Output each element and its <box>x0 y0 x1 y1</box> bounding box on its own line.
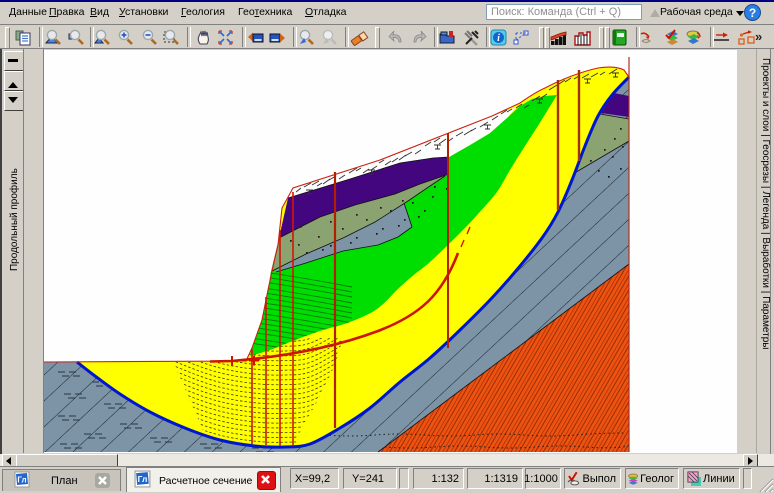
svg-text:i: i <box>497 33 500 44</box>
svg-text:?: ? <box>749 6 756 20</box>
svg-text:Гл: Гл <box>17 476 26 485</box>
svg-text:Гл: Гл <box>138 474 148 484</box>
